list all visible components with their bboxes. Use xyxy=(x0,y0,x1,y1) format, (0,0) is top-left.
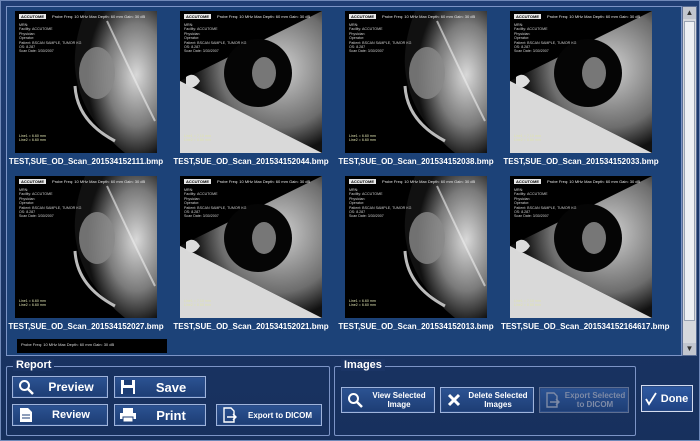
export-selected-to-dicom-button[interactable]: Export Selected to DICOM xyxy=(539,387,629,413)
thumbnail-header-text: Probe Freq: 10 MHz Max Depth: 60 mm Gain… xyxy=(547,14,641,19)
images-legend: Images xyxy=(341,359,385,371)
done-button[interactable]: Done xyxy=(641,385,693,412)
thumbnail-measurements: Line1 = 7.10 mm Line2 = 6.80 mm xyxy=(514,298,541,308)
thumbnail-header-text: Probe Freq: 10 MHz Max Depth: 60 mm Gain… xyxy=(52,179,146,184)
thumbnail-caption[interactable]: TEST,SUE_OD_Scan_201534152027.bmp xyxy=(6,322,166,331)
thumbnail-header: ACCUTOME Probe Freq: 10 MHz Max Depth: 60… xyxy=(19,14,145,19)
view-selected-image-button[interactable]: View Selected Image xyxy=(341,387,435,413)
accutome-logo: ACCUTOME xyxy=(19,179,47,184)
report-legend: Report xyxy=(13,359,55,371)
preview-label: Preview xyxy=(48,380,94,394)
magnifier-icon xyxy=(346,391,364,409)
accutome-logo: ACCUTOME xyxy=(184,14,212,19)
floppy-disk-icon xyxy=(119,378,137,396)
scroll-up-arrow-icon[interactable]: ▲ xyxy=(683,7,696,19)
thumbnail-patient-info: MRN: Facility: ACCUTOME Physician: Opera… xyxy=(514,23,577,54)
thumbnail-image[interactable]: ACCUTOME Probe Freq: 10 MHz Max Depth: 60… xyxy=(345,11,487,153)
thumbnail-header: Probe Freq: 10 MHz Max Depth: 60 mm Gain… xyxy=(21,342,115,347)
printer-icon xyxy=(119,406,137,424)
thumbnail-header-text: Probe Freq: 10 MHz Max Depth: 60 mm Gain… xyxy=(217,179,311,184)
thumbnail-patient-info: MRN: Facility: ACCUTOME Physician: Opera… xyxy=(349,188,412,219)
view-selected-image-label: View Selected Image xyxy=(372,391,426,409)
checkmark-icon xyxy=(645,390,657,408)
thumbnail-caption[interactable]: TEST,SUE_OD_Scan_201534152021.bmp xyxy=(171,322,331,331)
review-button[interactable]: Review xyxy=(12,404,108,426)
thumbnail-caption[interactable]: TEST,SUE_OD_Scan_201534152044.bmp xyxy=(171,157,331,166)
thumbnail-header-text: Probe Freq: 10 MHz Max Depth: 60 mm Gain… xyxy=(547,179,641,184)
thumbnail-caption[interactable]: TEST,SUE_OD_Scan_201534152033.bmp xyxy=(501,157,661,166)
thumbnail-header: ACCUTOME Probe Freq: 10 MHz Max Depth: 60… xyxy=(349,14,475,19)
report-group: Report Preview Review Save Print Export … xyxy=(6,359,330,436)
document-icon xyxy=(17,406,35,424)
thumbnail-header: ACCUTOME Probe Freq: 10 MHz Max Depth: 60… xyxy=(19,179,145,184)
export-to-dicom-label: Export to DICOM xyxy=(248,410,312,420)
thumbnail-header: ACCUTOME Probe Freq: 10 MHz Max Depth: 60… xyxy=(184,14,310,19)
review-label: Review xyxy=(52,409,90,421)
preview-button[interactable]: Preview xyxy=(12,376,108,398)
thumbnail-measurements: Line1 = 6.60 mm Line2 = 6.60 mm xyxy=(19,133,46,143)
print-label: Print xyxy=(156,407,186,423)
accutome-logo: ACCUTOME xyxy=(349,14,377,19)
thumbnail-caption[interactable]: TEST,SUE_OD_Scan_201534152013.bmp xyxy=(336,322,496,331)
magnifier-icon xyxy=(17,378,35,396)
thumbnail-caption[interactable]: TEST,SUE_OD_Scan_201534152164617.bmp xyxy=(501,322,670,331)
thumbnail-measurements: Line1 = 7.10 mm Line2 = 6.80 mm xyxy=(514,133,541,143)
images-group: Images View Selected Image Delete Select… xyxy=(334,359,636,436)
accutome-logo: ACCUTOME xyxy=(514,179,542,184)
save-label: Save xyxy=(155,379,187,395)
thumbnail-patient-info: MRN: Facility: ACCUTOME Physician: Opera… xyxy=(184,23,247,54)
thumbnail-image[interactable]: ACCUTOME Probe Freq: 10 MHz Max Depth: 60… xyxy=(510,176,652,318)
thumbnail-patient-info: MRN: Facility: ACCUTOME Physician: Opera… xyxy=(514,188,577,219)
thumbnail-image[interactable]: ACCUTOME Probe Freq: 10 MHz Max Depth: 60… xyxy=(180,11,322,153)
image-gallery: Probe Freq: 10 MHz Max Depth: 60 mm Gain… xyxy=(6,6,682,356)
export-document-icon xyxy=(544,391,562,409)
thumbnail-header: ACCUTOME Probe Freq: 10 MHz Max Depth: 60… xyxy=(349,179,475,184)
thumbnail-image[interactable]: ACCUTOME Probe Freq: 10 MHz Max Depth: 60… xyxy=(15,11,157,153)
delete-selected-images-label: Delete Selected Images xyxy=(468,391,528,409)
thumbnail-caption[interactable]: TEST,SUE_OD_Scan_201534152038.bmp xyxy=(336,157,496,166)
thumbnail-caption[interactable]: TEST,SUE_OD_Scan_201534152111.bmp xyxy=(6,157,166,166)
thumbnail-header-text: Probe Freq: 10 MHz Max Depth: 60 mm Gain… xyxy=(382,179,476,184)
accutome-logo: ACCUTOME xyxy=(514,14,542,19)
thumbnail-header: ACCUTOME Probe Freq: 10 MHz Max Depth: 60… xyxy=(514,14,640,19)
thumbnail-header: ACCUTOME Probe Freq: 10 MHz Max Depth: 60… xyxy=(184,179,310,184)
accutome-logo: ACCUTOME xyxy=(19,14,47,19)
export-to-dicom-button[interactable]: Export to DICOM xyxy=(216,404,322,426)
save-button[interactable]: Save xyxy=(114,376,206,398)
thumbnail-measurements: Line1 = 6.60 mm Line2 = 6.60 mm xyxy=(349,133,376,143)
scroll-down-arrow-icon[interactable]: ▼ xyxy=(683,343,696,355)
delete-selected-images-button[interactable]: Delete Selected Images xyxy=(440,387,534,413)
thumbnail-patient-info: MRN: Facility: ACCUTOME Physician: Opera… xyxy=(349,23,412,54)
partial-thumbnail[interactable]: Probe Freq: 10 MHz Max Depth: 60 mm Gain… xyxy=(17,339,167,353)
thumbnail-patient-info: MRN: Facility: ACCUTOME Physician: Opera… xyxy=(19,23,82,54)
x-icon xyxy=(445,391,463,409)
print-button[interactable]: Print xyxy=(114,404,206,426)
export-document-icon xyxy=(221,406,239,424)
thumbnail-image[interactable]: ACCUTOME Probe Freq: 10 MHz Max Depth: 60… xyxy=(15,176,157,318)
thumbnail-patient-info: MRN: Facility: ACCUTOME Physician: Opera… xyxy=(184,188,247,219)
thumbnail-header: ACCUTOME Probe Freq: 10 MHz Max Depth: 60… xyxy=(514,179,640,184)
thumbnail-measurements: Line1 = 6.60 mm Line2 = 6.60 mm xyxy=(349,298,376,308)
thumbnail-image[interactable]: ACCUTOME Probe Freq: 10 MHz Max Depth: 60… xyxy=(510,11,652,153)
accutome-logo: ACCUTOME xyxy=(184,179,212,184)
thumbnail-measurements: Line1 = 7.10 mm Line2 = 6.80 mm xyxy=(184,133,211,143)
export-selected-to-dicom-label: Export Selected to DICOM xyxy=(564,391,626,409)
scrollbar-thumb[interactable] xyxy=(684,21,695,321)
thumbnail-measurements: Line1 = 6.60 mm Line2 = 6.60 mm xyxy=(19,298,46,308)
gallery-scrollbar[interactable]: ▲ ▼ xyxy=(682,6,697,356)
thumbnail-header-text: Probe Freq: 10 MHz Max Depth: 60 mm Gain… xyxy=(382,14,476,19)
thumbnail-patient-info: MRN: Facility: ACCUTOME Physician: Opera… xyxy=(19,188,82,219)
thumbnail-header-text: Probe Freq: 10 MHz Max Depth: 60 mm Gain… xyxy=(217,14,311,19)
done-label: Done xyxy=(660,392,689,405)
thumbnail-header-text: Probe Freq: 10 MHz Max Depth: 60 mm Gain… xyxy=(52,14,146,19)
thumbnail-image[interactable]: ACCUTOME Probe Freq: 10 MHz Max Depth: 60… xyxy=(180,176,322,318)
thumbnail-image[interactable]: ACCUTOME Probe Freq: 10 MHz Max Depth: 60… xyxy=(345,176,487,318)
thumbnail-measurements: Line1 = 7.10 mm Line2 = 6.80 mm xyxy=(184,298,211,308)
accutome-logo: ACCUTOME xyxy=(349,179,377,184)
